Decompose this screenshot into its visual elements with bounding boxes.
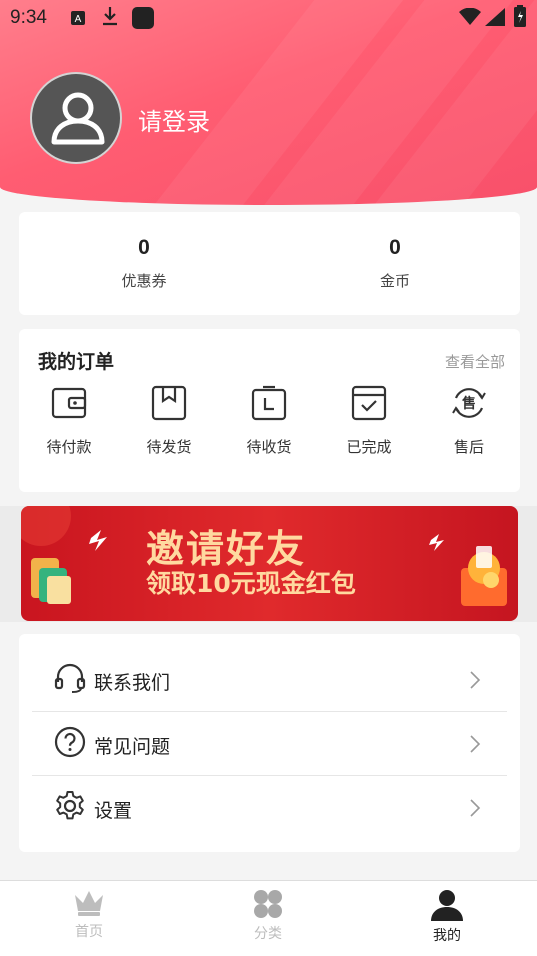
stats-card: 0 优惠券 0 金币	[19, 212, 520, 315]
menu-card: 联系我们 常见问题 设置	[19, 634, 520, 852]
menu-faq-label: 常见问题	[94, 736, 171, 758]
package-icon	[151, 385, 187, 421]
check-box-icon	[351, 385, 387, 421]
headset-icon	[54, 662, 86, 698]
banner-subline: 领取10元现金红包	[146, 569, 356, 598]
crown-icon	[75, 891, 103, 916]
chevron-right-icon	[469, 798, 481, 822]
svg-text:售: 售	[461, 395, 476, 412]
coupon-stat[interactable]: 0 优惠券	[19, 212, 269, 291]
invite-friends-banner[interactable]: 邀请好友 领取10元现金红包	[21, 506, 518, 621]
battery-icon	[514, 5, 526, 32]
menu-settings[interactable]: 设置	[32, 776, 507, 840]
bottom-tab-bar: 首页 分类 我的	[0, 880, 537, 956]
view-all-orders-link[interactable]: 查看全部	[445, 351, 505, 372]
tab-category[interactable]: 分类	[208, 889, 328, 943]
tab-category-label: 分类	[254, 926, 282, 942]
tab-mine[interactable]: 我的	[387, 889, 507, 945]
status-time: 9:34	[10, 7, 47, 28]
wifi-icon	[459, 7, 481, 31]
order-pending-receipt[interactable]: 待收货	[219, 384, 319, 457]
orders-card: 我的订单 查看全部 待付款 待发货 待收货 已完成 售 售后	[19, 329, 520, 492]
coin-count: 0	[389, 236, 401, 259]
after-sale-icon: 售	[452, 388, 486, 418]
app-notification-icon	[132, 7, 154, 34]
orders-title: 我的订单	[38, 351, 115, 373]
order-pending-payment[interactable]: 待付款	[19, 384, 119, 457]
tab-home[interactable]: 首页	[29, 889, 149, 941]
order-pending-shipment-label: 待发货	[146, 438, 192, 456]
avatar[interactable]	[30, 72, 122, 164]
banner-container: 邀请好友 领取10元现金红包	[0, 506, 537, 622]
user-icon	[431, 890, 463, 921]
menu-contact-us[interactable]: 联系我们	[32, 648, 507, 712]
gear-icon	[54, 790, 86, 826]
order-completed-label: 已完成	[346, 438, 392, 456]
status-bar: 9:34 A	[0, 0, 537, 36]
coin-label: 金币	[379, 272, 410, 290]
order-after-sale-label: 售后	[453, 438, 484, 456]
coin-stat[interactable]: 0 金币	[270, 212, 520, 291]
tab-home-label: 首页	[75, 924, 103, 940]
question-icon	[54, 726, 86, 762]
order-pending-receipt-label: 待收货	[246, 438, 292, 456]
download-icon	[101, 6, 119, 31]
order-after-sale[interactable]: 售 售后	[419, 384, 519, 457]
login-prompt[interactable]: 请登录	[138, 102, 210, 137]
menu-contact-us-label: 联系我们	[94, 672, 171, 694]
order-completed[interactable]: 已完成	[319, 384, 419, 457]
receive-box-icon	[251, 385, 287, 421]
grid-icon	[254, 890, 282, 918]
menu-faq[interactable]: 常见问题	[32, 712, 507, 776]
wallet-icon	[51, 387, 87, 419]
svg-text:A: A	[75, 14, 82, 25]
tab-mine-label: 我的	[433, 928, 461, 944]
coupon-count: 0	[138, 236, 150, 259]
notification-a-icon: A	[70, 9, 86, 31]
coupon-label: 优惠券	[121, 272, 167, 290]
chevron-right-icon	[469, 734, 481, 758]
signal-icon	[485, 8, 505, 31]
menu-settings-label: 设置	[94, 800, 133, 822]
order-pending-shipment[interactable]: 待发货	[119, 384, 219, 457]
order-pending-payment-label: 待付款	[46, 438, 92, 456]
chevron-right-icon	[469, 670, 481, 694]
user-silhouette-icon	[51, 92, 105, 145]
